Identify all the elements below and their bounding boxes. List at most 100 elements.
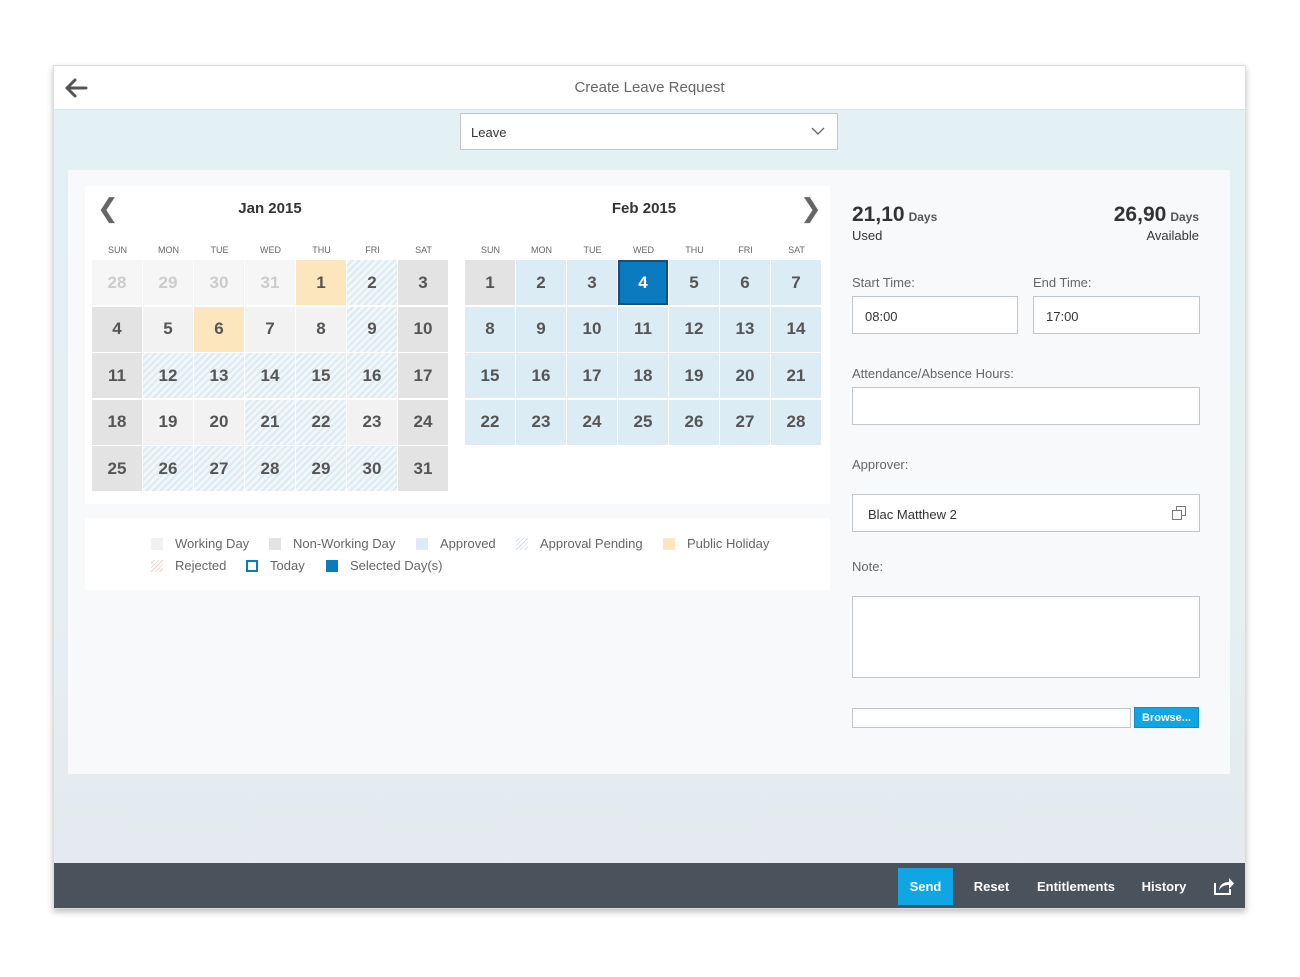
next-month-button[interactable]: ❯ [800,196,822,222]
calendar-day[interactable]: 29 [296,446,346,491]
calendar-day[interactable]: 13 [194,353,244,398]
prev-month-button[interactable]: ❮ [97,196,119,222]
end-time-label: End Time: [1033,275,1092,290]
calendar-day[interactable]: 11 [618,306,668,352]
calendar-day[interactable]: 4 [618,260,668,305]
calendar-day[interactable]: 23 [347,399,397,445]
weekday-label: SAT [415,245,432,255]
footer-toolbar: Send Reset Entitlements History [54,863,1245,908]
weekday-label: THU [685,245,704,255]
calendar-day[interactable]: 31 [398,446,448,491]
share-icon[interactable] [1213,876,1235,896]
calendar-day[interactable]: 27 [194,446,244,491]
calendar-day[interactable]: 28 [92,260,142,305]
calendar-day[interactable]: 30 [347,446,397,491]
available-days: 26,90 Days [1114,203,1199,227]
weekday-label: MON [158,245,179,255]
value-help-icon[interactable] [1171,505,1187,521]
calendar-day[interactable]: 22 [296,399,346,445]
history-button[interactable]: History [1134,868,1194,905]
calendar-day[interactable]: 25 [618,399,668,445]
calendar-day[interactable]: 9 [347,306,397,352]
calendar-day[interactable]: 27 [720,399,770,445]
calendar-day[interactable]: 6 [194,306,244,352]
send-button[interactable]: Send [898,868,953,905]
legend-label: Non-Working Day [293,536,396,551]
calendar-day[interactable]: 31 [245,260,295,305]
calendar-day[interactable]: 25 [92,446,142,491]
calendar-day[interactable]: 12 [669,306,719,352]
approver-value: Blac Matthew 2 [868,507,957,522]
note-label: Note: [852,559,884,574]
calendar-day[interactable]: 28 [245,446,295,491]
legend-swatch [516,537,528,550]
calendar-day[interactable]: 17 [398,353,448,398]
calendar-day[interactable]: 21 [245,399,295,445]
calendar-day[interactable]: 5 [143,306,193,352]
approver-input[interactable]: Blac Matthew 2 [852,494,1200,532]
calendar-day[interactable]: 13 [720,306,770,352]
legend-working: Working Day [151,536,249,551]
used-days: 21,10 Days [852,203,937,227]
calendar-day[interactable]: 7 [245,306,295,352]
legend-label: Rejected [175,558,227,573]
calendar-day[interactable]: 16 [516,353,566,398]
calendar-day[interactable]: 8 [465,306,515,352]
calendar-day[interactable]: 18 [618,353,668,398]
note-textarea[interactable] [852,596,1200,678]
weekday-label: WED [633,245,654,255]
calendar-day[interactable]: 19 [143,399,193,445]
calendar-day[interactable]: 2 [516,260,566,305]
calendar-day[interactable]: 19 [669,353,719,398]
calendar-day[interactable]: 10 [567,306,617,352]
available-days-label: Available [1146,228,1199,243]
legend-label: Selected Day(s) [350,558,443,573]
hours-input[interactable] [852,387,1200,425]
reset-button[interactable]: Reset [964,868,1019,905]
calendar-day[interactable]: 12 [143,353,193,398]
calendar-day[interactable]: 4 [92,306,142,352]
calendar-day[interactable]: 23 [516,399,566,445]
weekday-label: TUE [583,245,602,255]
chevron-down-icon [811,127,825,135]
end-time-input[interactable]: 17:00 [1033,296,1200,334]
calendar-day[interactable]: 30 [194,260,244,305]
calendar-day[interactable]: 9 [516,306,566,352]
calendar-day[interactable]: 15 [465,353,515,398]
legend-swatch [246,559,258,572]
calendar-day[interactable]: 20 [720,353,770,398]
calendar-day[interactable]: 17 [567,353,617,398]
leave-type-select[interactable]: Leave [460,113,838,150]
calendar-day[interactable]: 24 [567,399,617,445]
calendar-day[interactable]: 26 [669,399,719,445]
calendar-day[interactable]: 14 [245,353,295,398]
start-time-input[interactable]: 08:00 [852,296,1018,334]
calendar-day[interactable]: 15 [296,353,346,398]
calendar-day[interactable]: 7 [771,260,821,305]
calendar-day[interactable]: 3 [398,260,448,305]
calendar-day[interactable]: 26 [143,446,193,491]
calendar-day[interactable]: 1 [465,260,515,305]
calendar-day[interactable]: 5 [669,260,719,305]
browse-button[interactable]: Browse... [1134,707,1199,728]
entitlements-button[interactable]: Entitlements [1031,868,1121,905]
calendar-day[interactable]: 20 [194,399,244,445]
calendar-day[interactable]: 22 [465,399,515,445]
weekday-label: MON [531,245,552,255]
calendar-day[interactable]: 6 [720,260,770,305]
calendar-day[interactable]: 29 [143,260,193,305]
calendar-day[interactable]: 11 [92,353,142,398]
calendar-day[interactable]: 21 [771,353,821,398]
calendar-day[interactable]: 10 [398,306,448,352]
calendar-day[interactable]: 28 [771,399,821,445]
calendar-day[interactable]: 24 [398,399,448,445]
calendar-day[interactable]: 16 [347,353,397,398]
calendar-day[interactable]: 2 [347,260,397,305]
attachment-path-input[interactable] [852,708,1131,728]
calendar-day[interactable]: 18 [92,399,142,445]
calendar-day[interactable]: 3 [567,260,617,305]
calendar-day[interactable]: 8 [296,306,346,352]
calendar-day[interactable]: 14 [771,306,821,352]
calendar-day[interactable]: 1 [296,260,346,305]
legend-nonworking: Non-Working Day [269,536,395,551]
